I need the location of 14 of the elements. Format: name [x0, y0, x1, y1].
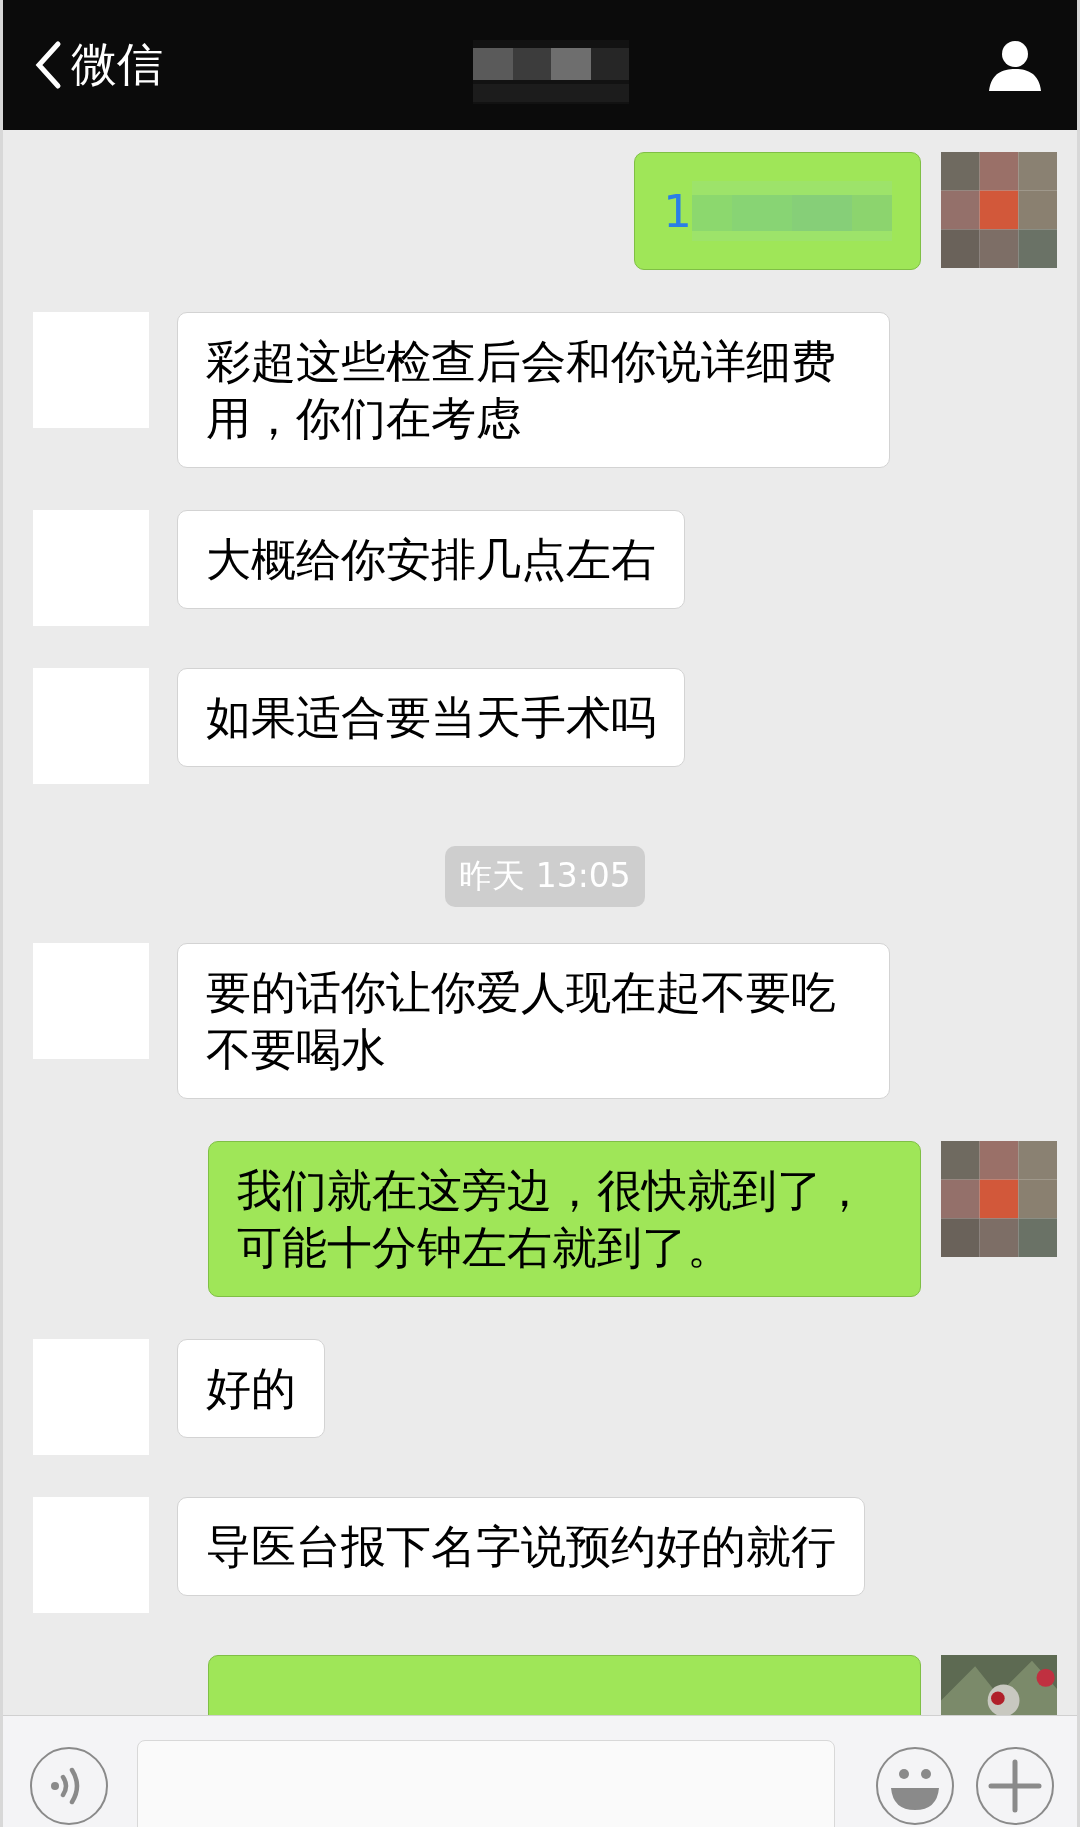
message-bubble: 彩超这些检查后会和你说详细费用，你们在考虑 — [177, 312, 890, 468]
message-bubble: 要的话你让你爱人现在起不要吃不要喝水 — [177, 943, 890, 1099]
plus-icon[interactable] — [975, 1746, 1055, 1826]
message-bubble: 大概给你安排几点左右 — [177, 510, 685, 609]
message-bubble: 好的 — [177, 1339, 325, 1438]
voice-icon[interactable] — [29, 1746, 109, 1826]
message-bubble: 我们就在这旁边，很快就到了，可能十分钟左右就到了。 — [208, 1141, 921, 1297]
chevron-left-icon — [33, 40, 63, 90]
message-bubble: 如果适合要当天手术吗 — [177, 668, 685, 767]
emoji-icon[interactable] — [875, 1746, 955, 1826]
message-input[interactable] — [137, 1740, 835, 1827]
message-bubble: 导医台报下名字说预约好的就行 — [177, 1497, 865, 1596]
message-bubble: 1 — [634, 152, 921, 270]
back-button[interactable]: 微信 — [33, 34, 163, 96]
